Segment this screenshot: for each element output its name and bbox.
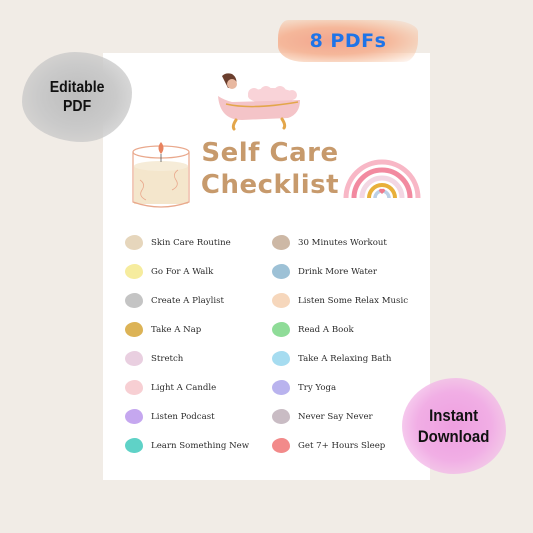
title-line1: Self Care: [201, 138, 339, 168]
checkbox-blob[interactable]: [272, 409, 290, 424]
checklist-item-label: Go For A Walk: [151, 266, 214, 277]
title-line2: Checklist: [200, 170, 340, 200]
checklist-item-label: Listen Some Relax Music: [298, 295, 409, 306]
checklist-item[interactable]: Listen Some Relax Music: [272, 286, 408, 315]
checklist-item[interactable]: Create A Playlist: [125, 286, 249, 315]
pdf-count-label: 8 PDFs: [309, 30, 387, 52]
candle-icon: [132, 142, 190, 208]
checklist-item[interactable]: 30 Minutes Workout: [272, 228, 408, 257]
checklist-item-label: Never Say Never: [298, 411, 373, 422]
checkbox-blob[interactable]: [272, 380, 290, 395]
checklist-item[interactable]: Go For A Walk: [125, 257, 249, 286]
rainbow-icon: [343, 159, 421, 199]
checkbox-blob[interactable]: [272, 235, 290, 250]
checkbox-blob[interactable]: [125, 293, 143, 308]
checklist-item-label: Listen Podcast: [151, 411, 215, 422]
bathtub-icon: [218, 73, 300, 131]
checkbox-blob[interactable]: [125, 409, 143, 424]
checkbox-blob[interactable]: [125, 380, 143, 395]
editable-line1: Editable: [49, 79, 105, 96]
instant-download-label: Instant Download: [418, 405, 489, 447]
checklist-item[interactable]: Never Say Never: [272, 402, 408, 431]
checklist-item[interactable]: Light A Candle: [125, 373, 249, 402]
instant-download-badge: Instant Download: [402, 378, 506, 474]
page-title: Self Care Checklist: [190, 137, 350, 201]
pdf-count-badge: 8 PDFs: [278, 20, 418, 62]
checkbox-blob[interactable]: [272, 293, 290, 308]
checklist-item[interactable]: Try Yoga: [272, 373, 408, 402]
checkbox-blob[interactable]: [125, 351, 143, 366]
checklist-item[interactable]: Listen Podcast: [125, 402, 249, 431]
checklist-item[interactable]: Read A Book: [272, 315, 408, 344]
checkbox-blob[interactable]: [125, 438, 143, 453]
checklist-item-label: Take A Nap: [151, 324, 202, 335]
checklist-item-label: Read A Book: [298, 324, 354, 335]
checkbox-blob[interactable]: [272, 322, 290, 337]
checkbox-blob[interactable]: [125, 264, 143, 279]
checklist-item[interactable]: Get 7+ Hours Sleep: [272, 431, 408, 460]
editable-pdf-badge: Editable PDF: [22, 52, 132, 142]
checklist-item[interactable]: Skin Care Routine: [125, 228, 249, 257]
checklist-item-label: Take A Relaxing Bath: [298, 353, 392, 364]
checklist-right-column: 30 Minutes Workout Drink More Water List…: [272, 228, 408, 460]
checkbox-blob[interactable]: [272, 351, 290, 366]
checklist-item[interactable]: Drink More Water: [272, 257, 408, 286]
checkbox-blob[interactable]: [272, 264, 290, 279]
editable-pdf-label: Editable PDF: [50, 78, 105, 116]
checkbox-blob[interactable]: [125, 322, 143, 337]
checklist-left-column: Skin Care Routine Go For A Walk Create A…: [125, 228, 249, 460]
checklist-item-label: Stretch: [151, 353, 184, 364]
checklist-item-label: Get 7+ Hours Sleep: [298, 440, 386, 451]
checklist-item[interactable]: Take A Relaxing Bath: [272, 344, 408, 373]
instant-line2: Download: [418, 427, 490, 446]
checklist-item-label: Drink More Water: [298, 266, 377, 277]
checkbox-blob[interactable]: [272, 438, 290, 453]
checklist-item[interactable]: Stretch: [125, 344, 249, 373]
instant-line1: Instant: [429, 406, 479, 425]
checklist-item-label: Try Yoga: [298, 382, 337, 393]
checklist-item[interactable]: Learn Something New: [125, 431, 249, 460]
checklist-item-label: Skin Care Routine: [151, 237, 231, 248]
checklist-item-label: 30 Minutes Workout: [298, 237, 387, 248]
checklist-item[interactable]: Take A Nap: [125, 315, 249, 344]
checklist-item-label: Learn Something New: [151, 440, 250, 451]
checklist-item-label: Light A Candle: [151, 382, 217, 393]
editable-line2: PDF: [62, 98, 92, 115]
checkbox-blob[interactable]: [125, 235, 143, 250]
checklist-item-label: Create A Playlist: [151, 295, 224, 306]
